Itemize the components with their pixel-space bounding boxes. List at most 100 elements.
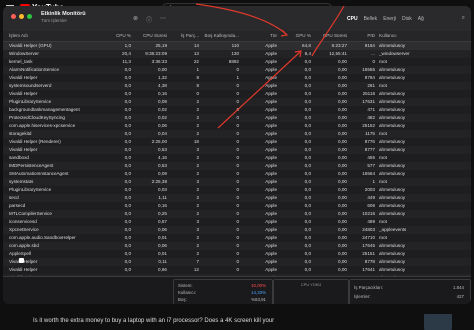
table-row[interactable]: com.apple.hiservices-xpcservice 0,0 0,06 2 0…	[3, 122, 471, 130]
table-cell: 0,25	[158, 211, 167, 216]
zoom-button[interactable]	[27, 14, 32, 19]
info-icon[interactable]: ⓘ	[146, 15, 152, 24]
column-header[interactable]: GPU %	[279, 31, 311, 41]
channel-thumbnail[interactable]	[424, 314, 452, 330]
table-row[interactable]: Vivaldi Helper 0,0 1,32 8 1 Apple 0,0 0,00 8784 a…	[3, 74, 471, 82]
table-row[interactable]: AppleSpell 0,0 0,01 2 0 Apple 0,0 0,00 25151 ahme…	[3, 250, 471, 258]
table-row[interactable]: PluginLibraryService 0,0 0,03 2 0 Apple 0,0 0,0…	[3, 186, 471, 194]
table-row[interactable]: PluginLibraryService 0,0 0,09 2 0 Apple 0,0 0,0…	[3, 98, 471, 106]
table-cell: 0,0	[124, 123, 131, 128]
table-cell: Apple	[265, 155, 277, 160]
table-row[interactable]: WindowServer 20,4 9:36:23:09 13 130 Apple 8,4 1…	[3, 50, 471, 58]
table-cell: 12	[193, 267, 199, 272]
column-header[interactable]: PID	[349, 31, 375, 41]
stat-processes-label: İşlemler:	[354, 294, 371, 299]
table-cell: 11,3	[122, 59, 131, 64]
table-cell: 18	[193, 139, 199, 144]
table-row[interactable]: parsecd 0,0 0,16 2 0 Apple 0,0 0,00 606 ahmetulus…	[3, 202, 471, 210]
table-cell: 0	[236, 115, 239, 120]
table-row[interactable]: Vivaldi Helper 0,0 0,66 12 0 Apple 0,0 0,00 1764…	[3, 266, 471, 274]
table-row[interactable]: kernel_task 11,3 3:36:33 22 8892 Apple 0,0 0,00…	[3, 58, 471, 66]
table-row[interactable]: Vivaldi Helper (Renderer) 0,0 2:25,00 18 0 Ap…	[3, 138, 471, 146]
table-cell: 2	[196, 235, 199, 240]
table-cell: 2:25,38	[151, 179, 167, 184]
overlay-checkbox[interactable]	[19, 258, 24, 263]
table-cell: 6:23:27	[331, 43, 347, 48]
table-cell: 0,09	[158, 171, 167, 176]
table-cell: ahmetulusoy	[379, 123, 406, 128]
table-cell: 25152	[362, 123, 375, 128]
table-cell: ahmetulusoy	[379, 171, 406, 176]
table-cell: com.apple.audio.SandboxHelper	[9, 235, 76, 240]
table-row[interactable]: systemsoundserverd 0,0 4,38 8 0 Apple 0,0 0,00 2…	[3, 82, 471, 90]
cpu-footer: Sistem: 10,00% Kullanıcı: 14,33% Boş: %8…	[3, 276, 471, 304]
table-row[interactable]: com.apple.sbd 0,0 0,06 2 0 Apple 0,0 0,00 17645 a…	[3, 242, 471, 250]
table-cell: 0,0	[124, 243, 131, 248]
tab-ag[interactable]: Ağ	[418, 16, 424, 22]
column-header[interactable]: İşlem Adı	[9, 31, 95, 41]
table-cell: 4,38	[158, 83, 167, 88]
table-row[interactable]: AlarmNotificationService 0,0 0,00 1 0 Apple 0,…	[3, 66, 471, 74]
table-cell: 22	[193, 59, 199, 64]
table-cell: 0	[236, 99, 239, 104]
table-cell: 1	[196, 67, 199, 72]
table-cell: 0,00	[338, 251, 347, 256]
column-header[interactable]: Tür	[241, 31, 277, 41]
table-cell: Vivaldi Helper	[9, 75, 38, 80]
table-row[interactable]: Vivaldi Helper 0,0 0,11 7 0 Apple 0,0 0,00 8778 a…	[3, 258, 471, 266]
column-header[interactable]: Boş Kalkışında...	[201, 31, 239, 41]
table-row[interactable]: backgroundtaskmanagementagent 0,0 0,02 2 0 Ap…	[3, 106, 471, 114]
column-header[interactable]: GPU Süresi	[313, 31, 347, 41]
table-row[interactable]: ProtectedCloudKeySyncing 0,0 0,02 2 0 Apple 0,…	[3, 114, 471, 122]
column-header[interactable]: İş Parç...	[169, 31, 199, 41]
table-row[interactable]: systemstats 0,0 2:25,38 3 0 Apple 0,0 0,00 1 root	[3, 178, 471, 186]
table-cell: 8784	[364, 75, 375, 80]
table-cell: 0	[236, 243, 239, 248]
table-row[interactable]: XpcnetService 0,0 0,06 3 0 Apple 0,0 0,00 24803 _…	[3, 226, 471, 234]
table-cell: 0,00	[338, 211, 347, 216]
table-cell: ahmetulusoy	[379, 163, 406, 168]
table-row[interactable]: Vivaldi Helper 0,0 0,53 3 0 Apple 0,0 0,00 8777 a…	[3, 146, 471, 154]
column-header[interactable]: CPU Süresi	[133, 31, 167, 41]
table-cell: ahmetulusoy	[379, 91, 406, 96]
search-icon[interactable]: ⌕	[462, 15, 465, 22]
table-cell: 2	[196, 187, 199, 192]
table-row[interactable]: iconservicesd 0,0 0,67 3 0 Apple 0,0 0,00 489 roo…	[3, 218, 471, 226]
table-cell: Apple	[265, 171, 277, 176]
column-header[interactable]: CPU %	[95, 31, 131, 41]
table-cell: 0,00	[338, 91, 347, 96]
table-cell: SMAutomationInstanceAgent	[9, 171, 69, 176]
table-row[interactable]: MTLCompilerService 0,0 0,25 2 0 Apple 0,0 0,00 1…	[3, 210, 471, 218]
table-row[interactable]: SMAutomationInstanceAgent 0,0 0,09 2 0 Apple 0…	[3, 170, 471, 178]
table-cell: Apple	[265, 131, 277, 136]
minimize-button[interactable]	[19, 14, 24, 19]
table-row[interactable]: secd 0,0 1,11 2 0 Apple 0,0 0,00 449 ahmetulusoy	[3, 194, 471, 202]
table-row[interactable]: sandboxd 0,0 4,16 2 0 Apple 0,0 0,00 455 root	[3, 154, 471, 162]
table-cell: XpcnetService	[9, 227, 39, 232]
table-cell: 0,0	[304, 171, 311, 176]
table-cell: 482	[367, 115, 375, 120]
table-cell: 0,0	[304, 115, 311, 120]
tab-disk[interactable]: Disk	[402, 16, 412, 22]
table-cell: ahmetulusoy	[379, 203, 406, 208]
table-cell: 0,0	[304, 155, 311, 160]
stat-user: Kullanıcı: 14,33%	[178, 289, 268, 296]
table-row[interactable]: com.apple.audio.SandboxHelper 0,0 0,01 2 0 Ap…	[3, 234, 471, 242]
tab-enerji[interactable]: Enerji	[383, 16, 396, 22]
tab-cpu[interactable]: CPU	[347, 16, 358, 22]
table-cell: 10216	[362, 211, 375, 216]
table-row[interactable]: Vivaldi Helper (GPU) 1,0 25,19 14 110 Apple 64…	[3, 42, 471, 50]
stop-process-icon[interactable]: ⊗	[133, 15, 138, 24]
close-button[interactable]	[11, 14, 16, 19]
table-row[interactable]: Vivaldi Helper 0,0 0,16 0 0 Apple 0,0 0,00 25116…	[3, 90, 471, 98]
tab-bellek[interactable]: Bellek	[364, 16, 378, 22]
table-cell: 0	[236, 163, 239, 168]
table-row[interactable]: IMDPersistenceAgent 0,0 0,53 2 0 Apple 0,0 0,00…	[3, 162, 471, 170]
table-row[interactable]: storagekitd 0,0 0,04 2 0 Apple 0,0 0,00 1175 root	[3, 130, 471, 138]
table-cell: Apple	[265, 83, 277, 88]
table-cell: 0,0	[304, 267, 311, 272]
table-cell: 2	[196, 155, 199, 160]
more-icon[interactable]: ⋯	[160, 15, 166, 24]
table-cell: 0	[236, 131, 239, 136]
column-header[interactable]: Kullanıcı	[379, 31, 439, 41]
